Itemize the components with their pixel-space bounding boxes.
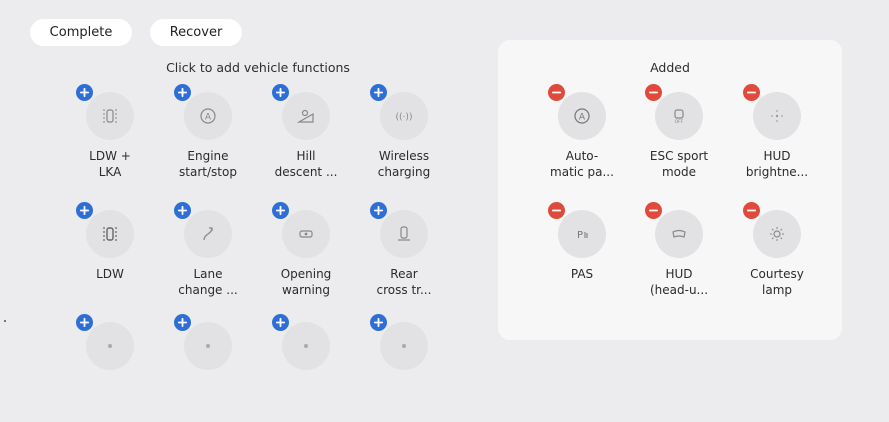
courtesy-lamp-icon[interactable] (753, 210, 801, 258)
function-label: LDW (96, 267, 124, 281)
available-function-tile[interactable]: Rear cross tr... (354, 202, 454, 310)
wireless-charging-icon[interactable]: ((·)) (380, 92, 428, 140)
add-function-icon[interactable] (370, 202, 387, 219)
hill-descent-icon[interactable] (282, 92, 330, 140)
function-icon[interactable] (380, 322, 428, 370)
brightness-icon[interactable] (753, 92, 801, 140)
svg-text:((·)): ((·)) (396, 113, 413, 123)
remove-function-icon[interactable] (645, 84, 662, 101)
available-function-tile[interactable]: Opening warning (256, 202, 356, 310)
added-function-tile[interactable]: A Auto- matic pa... (532, 84, 632, 192)
added-function-tile[interactable]: HUD (head-u... (629, 202, 729, 310)
add-function-icon[interactable] (174, 314, 191, 331)
add-function-icon[interactable] (370, 314, 387, 331)
add-function-icon[interactable] (370, 84, 387, 101)
remove-function-icon[interactable] (548, 84, 565, 101)
function-icon[interactable] (86, 322, 134, 370)
car-lanes-icon[interactable] (86, 92, 134, 140)
scroll-indicator (4, 320, 6, 322)
car-lane-departure-icon[interactable] (86, 210, 134, 258)
add-function-icon[interactable] (76, 84, 93, 101)
auto-stop-icon[interactable]: A (184, 92, 232, 140)
available-function-tile[interactable]: A Engine start/stop (158, 84, 258, 192)
available-function-tile[interactable] (256, 314, 356, 422)
add-function-icon[interactable] (76, 202, 93, 219)
function-label: Engine start/stop (179, 149, 237, 179)
available-section-title: Click to add vehicle functions (166, 60, 350, 75)
svg-text:A: A (205, 113, 212, 123)
added-section-title: Added (650, 60, 690, 75)
available-function-tile[interactable]: LDW (60, 202, 160, 310)
added-function-tile[interactable]: Courtesy lamp (727, 202, 827, 310)
function-label: Hill descent ... (274, 149, 338, 179)
remove-function-icon[interactable] (548, 202, 565, 219)
function-label: Opening warning (280, 267, 332, 297)
parking-assist-icon[interactable]: P (558, 210, 606, 258)
esc-off-icon[interactable]: OFF (655, 92, 703, 140)
remove-function-icon[interactable] (645, 202, 662, 219)
rear-cross-traffic-icon[interactable] (380, 210, 428, 258)
function-label: HUD (head-u... (649, 267, 709, 297)
available-function-tile[interactable]: Hill descent ... (256, 84, 356, 192)
function-icon[interactable] (184, 322, 232, 370)
available-function-tile[interactable]: Lane change ... (158, 202, 258, 310)
add-function-icon[interactable] (76, 314, 93, 331)
function-label: Rear cross tr... (376, 267, 432, 297)
add-function-icon[interactable] (272, 314, 289, 331)
hud-icon[interactable] (655, 210, 703, 258)
function-label: PAS (570, 267, 594, 281)
available-function-tile[interactable]: ((·)) Wireless charging (354, 84, 454, 192)
available-function-tile[interactable] (354, 314, 454, 422)
remove-function-icon[interactable] (743, 84, 760, 101)
function-label: HUD brightne... (745, 149, 809, 179)
function-label: Wireless charging (377, 149, 431, 179)
complete-button[interactable]: Complete (30, 19, 132, 46)
function-label: Courtesy lamp (750, 267, 804, 297)
function-label: Auto- matic pa... (550, 149, 614, 179)
svg-text:A: A (579, 113, 586, 123)
auto-hold-icon[interactable]: A (558, 92, 606, 140)
function-label: ESC sport mode (649, 149, 709, 179)
svg-text:OFF: OFF (675, 119, 684, 125)
available-function-tile[interactable]: LDW + LKA (60, 84, 160, 192)
recover-button[interactable]: Recover (150, 19, 242, 46)
lane-change-icon[interactable] (184, 210, 232, 258)
svg-text:P: P (577, 230, 583, 241)
available-function-tile[interactable] (60, 314, 160, 422)
added-function-tile[interactable]: OFF ESC sport mode (629, 84, 729, 192)
function-label: LDW + LKA (89, 149, 131, 179)
add-function-icon[interactable] (272, 84, 289, 101)
added-function-tile[interactable]: P PAS (532, 202, 632, 310)
door-open-warning-icon[interactable] (282, 210, 330, 258)
function-label: Lane change ... (178, 267, 238, 297)
add-function-icon[interactable] (272, 202, 289, 219)
available-function-tile[interactable] (158, 314, 258, 422)
function-icon[interactable] (282, 322, 330, 370)
remove-function-icon[interactable] (743, 202, 760, 219)
added-function-tile[interactable]: HUD brightne... (727, 84, 827, 192)
add-function-icon[interactable] (174, 202, 191, 219)
add-function-icon[interactable] (174, 84, 191, 101)
